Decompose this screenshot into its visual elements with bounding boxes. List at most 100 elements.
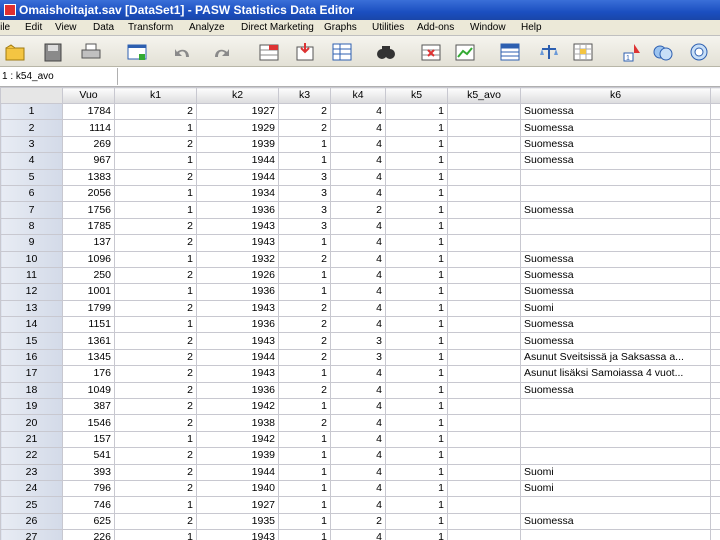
- cell-k4[interactable]: 4: [330, 316, 386, 334]
- cell-k5[interactable]: 1: [385, 463, 448, 481]
- cell-k5[interactable]: 1: [385, 348, 448, 367]
- cell-k5[interactable]: 1: [385, 398, 448, 416]
- cell-k4[interactable]: 4: [330, 496, 386, 514]
- grid-corner[interactable]: [0, 87, 63, 104]
- cell-k7[interactable]: [710, 365, 720, 383]
- cell-k2[interactable]: 1943: [196, 365, 279, 383]
- cell-k4[interactable]: 4: [330, 398, 386, 416]
- cell-k7[interactable]: [710, 463, 720, 481]
- cell-k7[interactable]: [710, 316, 720, 334]
- cell-k6[interactable]: Suomessa: [520, 201, 711, 219]
- cell-k5_avo[interactable]: [447, 463, 521, 481]
- row-header[interactable]: 18: [0, 381, 63, 400]
- cell-k3[interactable]: 1: [278, 463, 331, 481]
- cell-k1[interactable]: 2: [114, 479, 197, 498]
- cell-k6[interactable]: Suomessa: [520, 152, 711, 170]
- cell-k2[interactable]: 1939: [196, 447, 279, 465]
- cell-k5_avo[interactable]: [447, 348, 521, 367]
- cell-k6[interactable]: Suomessa: [520, 250, 711, 268]
- menu-utilities[interactable]: Utilities: [372, 22, 404, 34]
- menu-window[interactable]: Window: [470, 22, 506, 34]
- cell-k3[interactable]: 2: [278, 250, 331, 268]
- cell-k5_avo[interactable]: [447, 135, 521, 154]
- cell-vuo[interactable]: 137: [62, 234, 115, 252]
- cell-vuo[interactable]: 1001: [62, 283, 115, 301]
- cell-k1[interactable]: 2: [114, 135, 197, 154]
- cell-k4[interactable]: 4: [330, 266, 386, 285]
- split-file-button[interactable]: [497, 39, 523, 64]
- cell-k6[interactable]: Suomessa: [520, 119, 711, 137]
- cell-vuo[interactable]: 967: [62, 152, 115, 170]
- cell-k5[interactable]: 1: [385, 299, 448, 318]
- cell-k4[interactable]: 4: [330, 299, 386, 318]
- cell-k5_avo[interactable]: [447, 217, 521, 236]
- cell-k2[interactable]: 1927: [196, 102, 279, 121]
- cell-k3[interactable]: 1: [278, 266, 331, 285]
- column-header-k3[interactable]: k3: [278, 87, 331, 104]
- column-header-k7[interactable]: k7: [710, 87, 720, 104]
- cell-k5_avo[interactable]: [447, 266, 521, 285]
- cell-vuo[interactable]: 625: [62, 512, 115, 531]
- menu-direct-marketing[interactable]: Direct Marketing: [241, 22, 314, 34]
- print-button[interactable]: [78, 39, 104, 64]
- row-header[interactable]: 11: [0, 266, 63, 285]
- insert-variable-button[interactable]: [452, 39, 478, 64]
- cell-k1[interactable]: 2: [114, 299, 197, 318]
- cell-k5_avo[interactable]: [447, 414, 521, 432]
- cell-k5_avo[interactable]: [447, 479, 521, 498]
- column-header-vuo[interactable]: Vuo: [62, 87, 115, 104]
- cell-vuo[interactable]: 1383: [62, 168, 115, 186]
- find-button[interactable]: [373, 39, 399, 64]
- cell-vuo[interactable]: 1784: [62, 102, 115, 121]
- cell-k5[interactable]: 1: [385, 447, 448, 465]
- cell-value-input[interactable]: [121, 68, 716, 85]
- cell-k5_avo[interactable]: [447, 119, 521, 137]
- row-header[interactable]: 22: [0, 447, 63, 465]
- cell-k4[interactable]: 4: [330, 102, 386, 121]
- row-header[interactable]: 3: [0, 135, 63, 154]
- cell-k3[interactable]: 1: [278, 365, 331, 383]
- row-header[interactable]: 13: [0, 299, 63, 318]
- cell-k5_avo[interactable]: [447, 234, 521, 252]
- cell-k7[interactable]: [710, 250, 720, 268]
- cell-k7[interactable]: [710, 119, 720, 137]
- cell-k5_avo[interactable]: [447, 365, 521, 383]
- cell-k5[interactable]: 1: [385, 135, 448, 154]
- row-header[interactable]: 26: [0, 512, 63, 531]
- cell-k7[interactable]: [710, 381, 720, 400]
- cell-vuo[interactable]: 2056: [62, 184, 115, 203]
- cell-k4[interactable]: 4: [330, 447, 386, 465]
- cell-k7[interactable]: [710, 217, 720, 236]
- row-header[interactable]: 25: [0, 496, 63, 514]
- cell-k4[interactable]: 4: [330, 119, 386, 137]
- row-header[interactable]: 7: [0, 201, 63, 219]
- cell-k7[interactable]: [710, 299, 720, 318]
- cell-k4[interactable]: 2: [330, 512, 386, 531]
- row-header[interactable]: 21: [0, 430, 63, 449]
- cell-k4[interactable]: 2: [330, 201, 386, 219]
- column-header-k2[interactable]: k2: [196, 87, 279, 104]
- cell-k3[interactable]: 3: [278, 168, 331, 186]
- cell-vuo[interactable]: 176: [62, 365, 115, 383]
- insert-cases-button[interactable]: [418, 39, 444, 64]
- cell-k3[interactable]: 3: [278, 217, 331, 236]
- cell-k3[interactable]: 1: [278, 234, 331, 252]
- cell-k4[interactable]: 4: [330, 381, 386, 400]
- cell-k1[interactable]: 2: [114, 348, 197, 367]
- cell-k6[interactable]: Suomessa: [520, 332, 711, 350]
- cell-k2[interactable]: 1944: [196, 463, 279, 481]
- cell-k3[interactable]: 1: [278, 447, 331, 465]
- save-button[interactable]: [40, 39, 66, 64]
- cell-k5[interactable]: 1: [385, 234, 448, 252]
- row-header[interactable]: 5: [0, 168, 63, 186]
- cell-k1[interactable]: 2: [114, 234, 197, 252]
- column-header-k6[interactable]: k6: [520, 87, 711, 104]
- cell-k1[interactable]: 2: [114, 102, 197, 121]
- cell-k3[interactable]: 2: [278, 348, 331, 367]
- cell-k5_avo[interactable]: [447, 201, 521, 219]
- cell-k6[interactable]: [520, 234, 711, 252]
- cell-k5[interactable]: 1: [385, 512, 448, 531]
- menu-transform[interactable]: Transform: [128, 22, 173, 34]
- cell-k6[interactable]: Suomi: [520, 479, 711, 498]
- cell-k3[interactable]: 1: [278, 479, 331, 498]
